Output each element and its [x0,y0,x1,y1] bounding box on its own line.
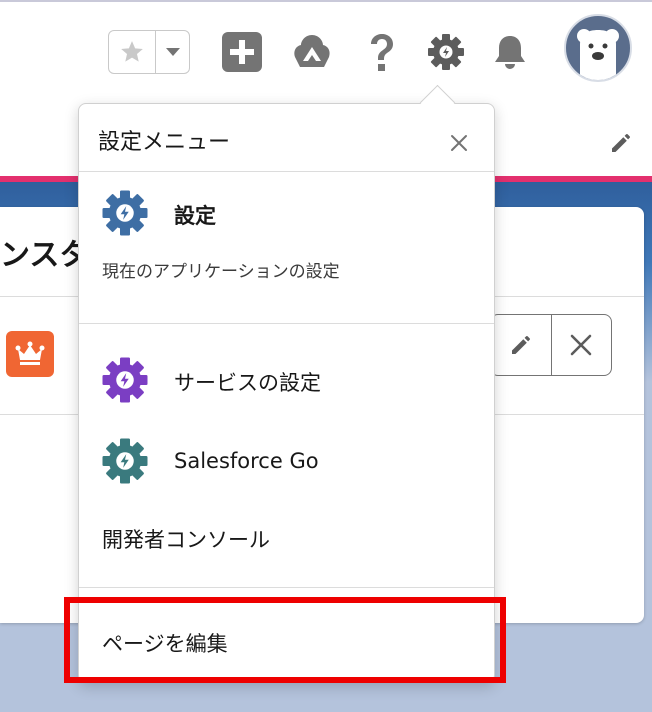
favorites-menu-button[interactable] [156,31,189,73]
question-icon [371,34,393,71]
chevron-down-icon [165,48,180,56]
menu-divider [79,587,494,588]
setup-menu-item-edit-page[interactable]: ページを編集 [102,628,228,658]
edit-button[interactable] [491,315,551,375]
setup-menu-item-developer-console[interactable]: 開発者コンソール [102,524,270,554]
crown-icon [15,341,45,365]
setup-menu-item-service-setup[interactable] [100,355,152,407]
global-actions-button[interactable] [220,30,264,74]
plus-icon [222,32,262,72]
close-icon [570,334,592,356]
notifications-button[interactable] [488,30,532,74]
favorites-star-button[interactable] [109,31,156,73]
favorites-button-group [108,30,190,74]
service-setup-gear-icon [102,357,148,403]
setup-menu-item-label[interactable]: サービスの設定 [174,367,321,397]
setup-menu-item-label[interactable]: 設定 [174,200,216,230]
menu-divider [79,171,494,172]
card-action-group [490,314,612,376]
trailhead-icon [294,35,330,67]
setup-gear-icon [102,190,148,236]
edit-nav-pencil-icon[interactable] [606,128,636,158]
gear-icon [428,34,464,70]
setup-menu-close-button[interactable] [444,128,474,158]
star-icon [121,41,143,62]
menu-divider [79,323,494,324]
remove-button[interactable] [550,315,612,375]
card-title: ンスタ [0,238,86,273]
user-avatar-button[interactable] [564,14,632,82]
setup-menu-title: 設定メニュー [98,130,231,155]
salesforce-go-gear-icon [102,438,148,484]
help-button[interactable] [360,30,404,74]
bear-avatar-icon [577,29,619,80]
setup-menu-item-label[interactable]: Salesforce Go [174,449,319,473]
close-icon [451,135,467,151]
trailhead-button[interactable] [290,30,334,74]
setup-button[interactable] [424,30,468,74]
setup-menu-item-description: 現在のアプリケーションの設定 [102,262,340,282]
setup-menu-item-salesforce-go[interactable] [100,436,152,488]
pencil-icon [511,336,530,354]
bell-icon [495,36,525,69]
record-type-badge [6,331,54,377]
setup-menu-item-setup[interactable] [100,188,152,240]
